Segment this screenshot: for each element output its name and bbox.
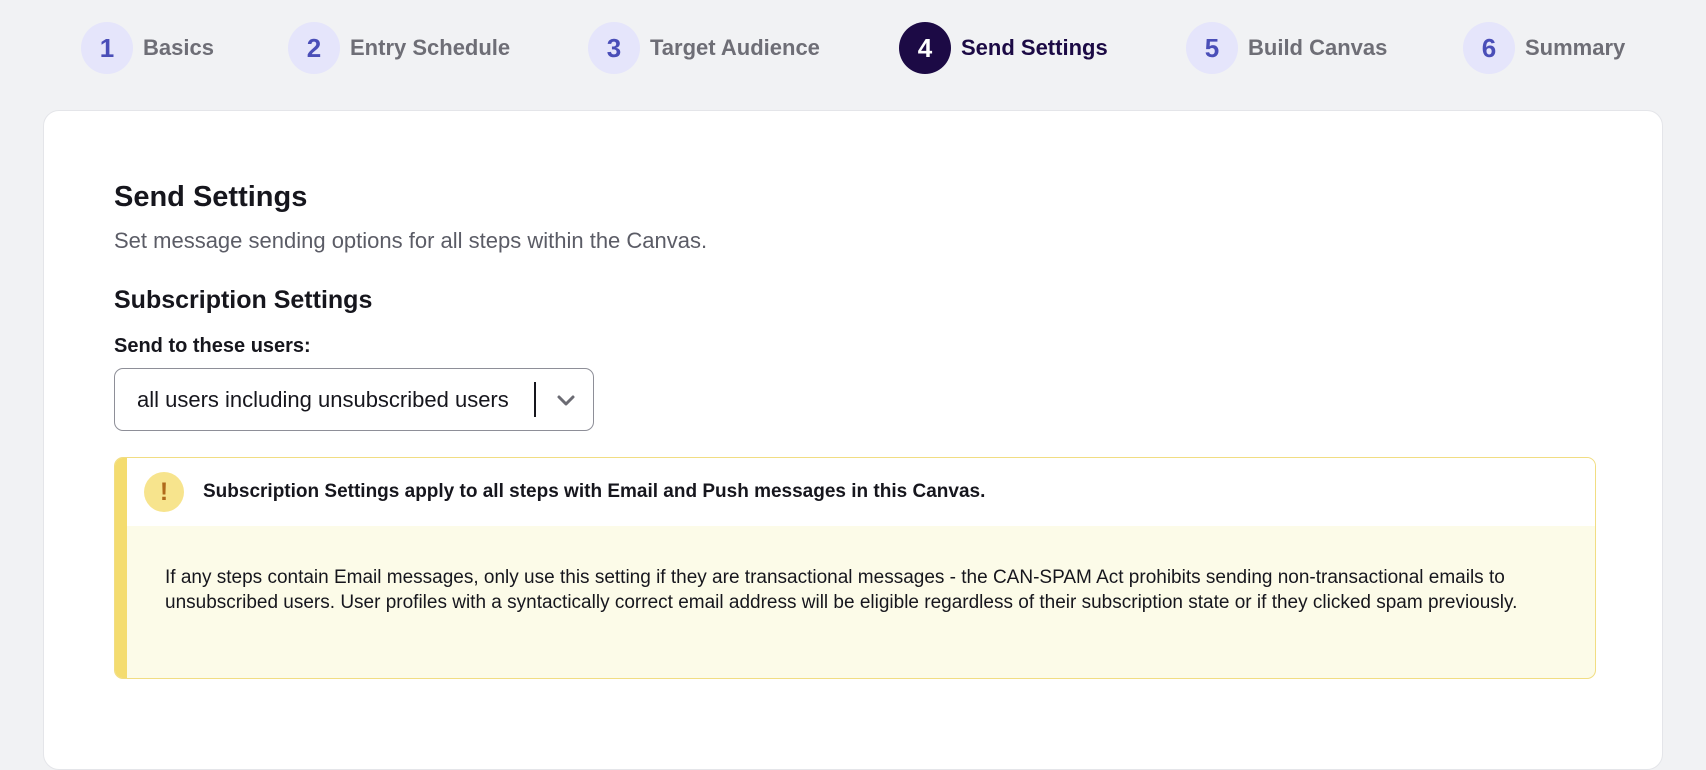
step-basics[interactable]: 1 Basics [81, 22, 214, 74]
select-value: all users including unsubscribed users [137, 387, 509, 412]
alert-body: If any steps contain Email messages, onl… [165, 567, 1518, 613]
step-label: Build Canvas [1248, 35, 1388, 60]
step-summary[interactable]: 6 Summary [1463, 22, 1625, 74]
send-to-users-select[interactable]: all users including unsubscribed users [114, 368, 594, 431]
page-description: Set message sending options for all step… [114, 228, 708, 253]
select-separator [534, 382, 536, 417]
send-to-users-label: Send to these users: [114, 335, 311, 357]
step-number: 5 [1186, 22, 1238, 74]
alert-title: Subscription Settings apply to all steps… [203, 481, 986, 502]
step-number: 1 [81, 22, 133, 74]
step-build-canvas[interactable]: 5 Build Canvas [1186, 22, 1387, 74]
step-number: 2 [288, 22, 340, 74]
step-number: 6 [1463, 22, 1515, 74]
step-label: Basics [143, 35, 214, 60]
warning-icon: ! [144, 472, 184, 512]
page-title: Send Settings [114, 181, 308, 213]
subscription-warning-alert: ! Subscription Settings apply to all ste… [114, 457, 1596, 679]
step-number: 3 [588, 22, 640, 74]
step-label: Send Settings [961, 35, 1108, 60]
alert-accent-bar [115, 458, 127, 678]
alert-header: ! Subscription Settings apply to all ste… [127, 458, 1595, 526]
chevron-down-icon[interactable] [553, 387, 579, 413]
step-label: Summary [1525, 35, 1626, 60]
step-target-audience[interactable]: 3 Target Audience [588, 22, 820, 74]
step-label: Target Audience [650, 35, 820, 60]
step-entry-schedule[interactable]: 2 Entry Schedule [288, 22, 510, 74]
step-send-settings[interactable]: 4 Send Settings [899, 22, 1108, 74]
step-number: 4 [899, 22, 951, 74]
subscription-settings-heading: Subscription Settings [114, 286, 373, 314]
canvas-stepper: 1 Basics 2 Entry Schedule 3 Target Audie… [0, 0, 1706, 96]
step-label: Entry Schedule [350, 35, 511, 60]
